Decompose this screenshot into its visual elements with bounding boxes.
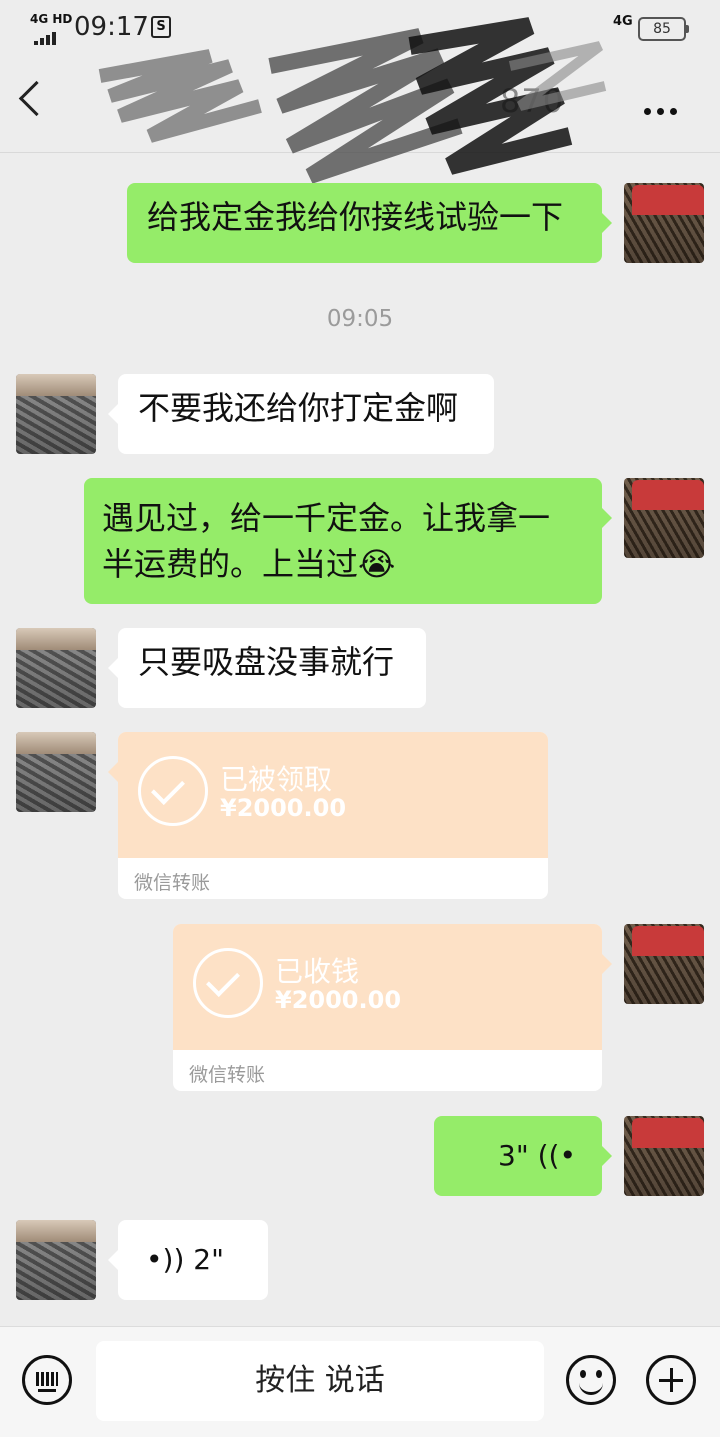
transfer-card-top: 已收钱 ¥2000.00 — [173, 924, 602, 1050]
message-text-line: 半运费的。上当过 — [102, 545, 359, 583]
transfer-footer: 微信转账 — [189, 1064, 266, 1086]
their-voice-bubble[interactable]: •)) 2" — [108, 1220, 268, 1300]
contact-avatar[interactable] — [16, 732, 96, 812]
transfer-footer: 微信转账 — [134, 872, 211, 894]
input-bar: 按住 说话 — [0, 1326, 720, 1437]
transfer-status: 已收钱 — [275, 955, 360, 988]
signal-icon — [34, 26, 58, 45]
network-indicator: 4G HD — [30, 12, 73, 26]
their-message-bubble[interactable]: 不要我还给你打定金啊 — [108, 374, 494, 454]
battery-icon: 85 — [638, 17, 689, 41]
voice-duration: 3" — [498, 1139, 529, 1172]
voice-wave-icon: •)) — [146, 1243, 185, 1276]
my-voice-bubble[interactable]: 3" ((• — [434, 1116, 612, 1196]
redaction-scribble — [98, 17, 607, 184]
bubble-tail — [602, 954, 612, 974]
my-message-bubble[interactable]: 遇见过，给一千定金。让我拿一 半运费的。上当过😭 — [84, 478, 612, 604]
crying-emoji-icon: 😭 — [358, 545, 396, 583]
transfer-status: 已被领取 — [220, 763, 333, 796]
message-timestamp: 09:05 — [326, 306, 394, 332]
contact-avatar[interactable] — [16, 628, 96, 708]
message-text-line: 遇见过，给一千定金。让我拿一 — [102, 499, 551, 537]
bubble-tail — [108, 762, 118, 782]
chat-header: 870 — [0, 17, 720, 184]
message-text: 给我定金我给你接线试验一下 — [147, 198, 564, 236]
my-avatar[interactable] — [624, 478, 704, 558]
contact-avatar[interactable] — [16, 374, 96, 454]
my-message-bubble[interactable]: 给我定金我给你接线试验一下 — [127, 183, 612, 263]
contact-avatar[interactable] — [16, 1220, 96, 1300]
keyboard-icon[interactable] — [22, 1355, 72, 1405]
back-arrow-icon[interactable] — [18, 80, 55, 117]
hold-to-talk-button[interactable]: 按住 说话 — [96, 1341, 544, 1421]
voice-wave-icon: ((• — [537, 1139, 576, 1172]
message-text: 只要吸盘没事就行 — [138, 643, 395, 681]
their-message-bubble[interactable]: 只要吸盘没事就行 — [108, 628, 426, 708]
transfer-card[interactable]: 已被领取 ¥2000.00 微信转账 — [118, 732, 548, 899]
voice-duration: 2" — [193, 1243, 224, 1276]
my-avatar[interactable] — [624, 1116, 704, 1196]
add-more-icon[interactable] — [646, 1355, 696, 1405]
transfer-card[interactable]: 已收钱 ¥2000.00 微信转账 — [173, 924, 602, 1091]
more-options-icon[interactable] — [644, 100, 683, 119]
transfer-amount: ¥2000.00 — [220, 794, 347, 822]
my-avatar[interactable] — [624, 924, 704, 1004]
check-circle-icon — [193, 948, 263, 1018]
check-circle-icon — [138, 756, 208, 826]
network-4g-icon: 4G — [613, 14, 633, 29]
message-text: 不要我还给你打定金啊 — [138, 389, 459, 427]
emoji-icon[interactable] — [566, 1355, 616, 1405]
transfer-card-top: 已被领取 ¥2000.00 — [118, 732, 548, 858]
transfer-amount: ¥2000.00 — [275, 986, 402, 1014]
my-avatar[interactable] — [624, 183, 704, 263]
